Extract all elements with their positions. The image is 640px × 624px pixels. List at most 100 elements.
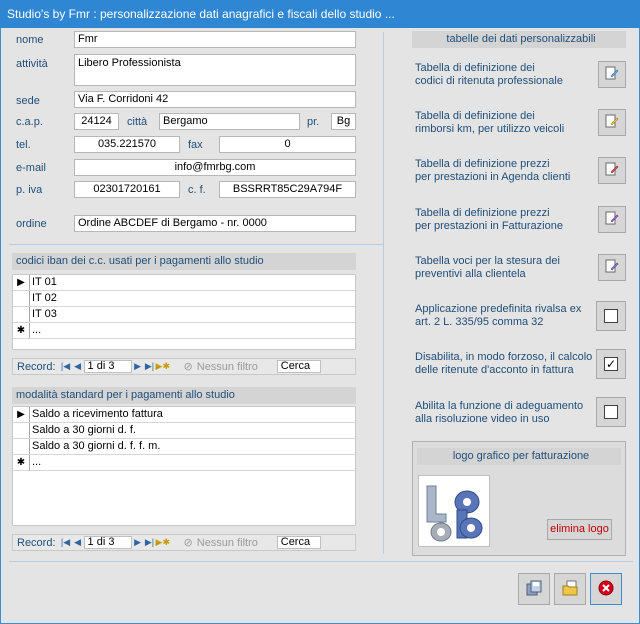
- iban-cell[interactable]: IT 02: [30, 291, 355, 306]
- new-record-cell[interactable]: ...: [30, 455, 355, 470]
- filter-icon[interactable]: ⊘: [184, 536, 193, 549]
- new-record-nav-icon[interactable]: ▶✱: [156, 361, 170, 372]
- tabella-agenda-link[interactable]: Tabella di definizione prezzi per presta…: [415, 158, 595, 184]
- logo-image[interactable]: [418, 475, 490, 547]
- iban-cell[interactable]: IT 03: [30, 307, 355, 322]
- tabella-fatturazione-button[interactable]: [598, 206, 626, 233]
- new-record-nav-icon[interactable]: ▶✱: [156, 537, 170, 548]
- new-record-row[interactable]: ✱ ...: [13, 323, 355, 339]
- row-selector[interactable]: [13, 291, 30, 306]
- opzione-ritenute-line1: Disabilita, in modo forzoso, il calcolo: [415, 351, 593, 363]
- search-field[interactable]: Cerca: [276, 536, 321, 549]
- remove-logo-button[interactable]: elimina logo: [547, 519, 612, 540]
- tabella-ritenute-button[interactable]: [598, 61, 626, 88]
- nome-field[interactable]: Fmr: [74, 31, 356, 48]
- open-folder-button[interactable]: [554, 573, 586, 605]
- new-record-icon[interactable]: ✱: [13, 323, 30, 338]
- row-selector-icon[interactable]: ▶: [13, 275, 30, 290]
- row-selector[interactable]: [13, 307, 30, 322]
- opzione-risoluzione-line2: alla risoluzione video in uso: [415, 413, 550, 425]
- email-field[interactable]: info@fmrbg.com: [74, 159, 356, 176]
- prev-record-icon[interactable]: ◀: [72, 537, 84, 548]
- record-position-field[interactable]: 1 di 3: [83, 536, 132, 549]
- attivita-field[interactable]: Libero Professionista: [74, 54, 356, 86]
- row-selector-icon[interactable]: ▶: [13, 407, 30, 422]
- provincia-field[interactable]: Bg: [331, 113, 356, 130]
- opzione-risoluzione-checkbox[interactable]: [596, 397, 626, 427]
- prev-record-icon[interactable]: ◀: [72, 361, 84, 372]
- tabella-preventivi-button[interactable]: [598, 254, 626, 281]
- tabella-rimborsi-button[interactable]: [598, 109, 626, 136]
- edit-icon: [605, 114, 619, 131]
- ordine-field[interactable]: Ordine ABCDEF di Bergamo - nr. 0000: [74, 215, 356, 232]
- new-record-icon[interactable]: ✱: [13, 455, 30, 470]
- table-row[interactable]: Saldo a 30 giorni d. f.: [13, 423, 355, 439]
- row-selector[interactable]: [13, 423, 30, 438]
- table-row[interactable]: ▶ IT 01: [13, 275, 355, 291]
- record-label: Record:: [17, 360, 56, 373]
- cf-field[interactable]: BSSRRT85C29A794F: [219, 181, 356, 198]
- fax-field[interactable]: 0: [219, 136, 356, 153]
- next-record-icon[interactable]: ▶: [132, 537, 144, 548]
- last-record-icon[interactable]: ▶|: [144, 361, 156, 372]
- tabella-preventivi-line2: preventivi alla clientela: [415, 268, 526, 280]
- table-row[interactable]: IT 03: [13, 307, 355, 323]
- filter-status[interactable]: Nessun filtro: [197, 361, 269, 373]
- folder-icon: [561, 579, 579, 600]
- table-row[interactable]: IT 02: [13, 291, 355, 307]
- filter-icon[interactable]: ⊘: [184, 360, 193, 373]
- pagamento-cell[interactable]: Saldo a 30 giorni d. f.: [30, 423, 355, 438]
- edit-icon: [605, 162, 619, 179]
- piva-field[interactable]: 02301720161: [74, 181, 180, 198]
- close-button[interactable]: [590, 573, 622, 605]
- first-record-icon[interactable]: |◀: [60, 537, 72, 548]
- tel-field[interactable]: 035.221570: [74, 136, 180, 153]
- cap-field[interactable]: 24124: [74, 113, 119, 130]
- tabella-agenda-button[interactable]: [598, 157, 626, 184]
- tabella-ritenute-line2: codici di ritenuta professionale: [415, 75, 563, 87]
- attivita-label: attività: [16, 58, 48, 70]
- opzione-rivalsa-line2: art. 2 L. 335/95 comma 32: [415, 316, 544, 328]
- pagamento-cell[interactable]: Saldo a ricevimento fattura: [30, 407, 355, 422]
- tabelle-section-header: tabelle dei dati personalizzabili: [412, 31, 626, 48]
- tabella-ritenute-link[interactable]: Tabella di definizione dei codici di rit…: [415, 62, 595, 88]
- logo-panel: logo grafico per fatturazione elimina lo…: [412, 441, 626, 556]
- pagamento-cell[interactable]: Saldo a 30 giorni d. f. f. m.: [30, 439, 355, 454]
- tabella-agenda-line1: Tabella di definizione prezzi: [415, 158, 550, 170]
- iban-section-header: codici iban dei c.c. usati per i pagamen…: [12, 253, 356, 270]
- table-row[interactable]: ▶ Saldo a ricevimento fattura: [13, 407, 355, 423]
- opzione-rivalsa-label: Applicazione predefinita rivalsa ex art.…: [415, 303, 595, 329]
- close-icon: [597, 579, 615, 600]
- search-field[interactable]: Cerca: [276, 360, 321, 373]
- opzione-ritenute-checkbox[interactable]: ✓: [596, 349, 626, 379]
- citta-field[interactable]: Bergamo: [159, 113, 300, 130]
- tabella-ritenute-line1: Tabella di definizione dei: [415, 62, 535, 74]
- opzione-rivalsa-checkbox[interactable]: [596, 301, 626, 331]
- table-row[interactable]: Saldo a 30 giorni d. f. f. m.: [13, 439, 355, 455]
- filter-status[interactable]: Nessun filtro: [197, 537, 269, 549]
- iban-record-navigator: Record: |◀ ◀ 1 di 3 ▶ ▶| ▶✱ ⊘ Nessun fil…: [12, 358, 356, 375]
- opzione-risoluzione-line1: Abilita la funzione di adeguamento: [415, 400, 584, 412]
- record-label: Record:: [17, 536, 56, 549]
- row-selector[interactable]: [13, 439, 30, 454]
- opzione-ritenute-line2: delle ritenute d'acconto in fattura: [415, 364, 574, 376]
- last-record-icon[interactable]: ▶|: [144, 537, 156, 548]
- tabella-fatturazione-link[interactable]: Tabella di definizione prezzi per presta…: [415, 207, 595, 233]
- tabella-fatturazione-line2: per prestazioni in Fatturazione: [415, 220, 563, 232]
- iban-cell[interactable]: IT 01: [30, 275, 355, 290]
- section-divider: [9, 244, 383, 245]
- tabella-rimborsi-link[interactable]: Tabella di definizione dei rimborsi km, …: [415, 110, 595, 136]
- tabella-fatturazione-line1: Tabella di definizione prezzi: [415, 207, 550, 219]
- sede-field[interactable]: Via F. Corridoni 42: [74, 91, 356, 108]
- tabella-rimborsi-line2: rimborsi km, per utilizzo veicoli: [415, 123, 565, 135]
- tabella-preventivi-link[interactable]: Tabella voci per la stesura dei preventi…: [415, 255, 595, 281]
- email-label: e-mail: [16, 162, 46, 174]
- new-record-cell[interactable]: ...: [30, 323, 355, 338]
- record-position-field[interactable]: 1 di 3: [83, 360, 132, 373]
- next-record-icon[interactable]: ▶: [132, 361, 144, 372]
- new-record-row[interactable]: ✱ ...: [13, 455, 355, 471]
- save-button[interactable]: [518, 573, 550, 605]
- first-record-icon[interactable]: |◀: [60, 361, 72, 372]
- fax-label: fax: [188, 139, 203, 151]
- checkbox-box: [604, 309, 618, 323]
